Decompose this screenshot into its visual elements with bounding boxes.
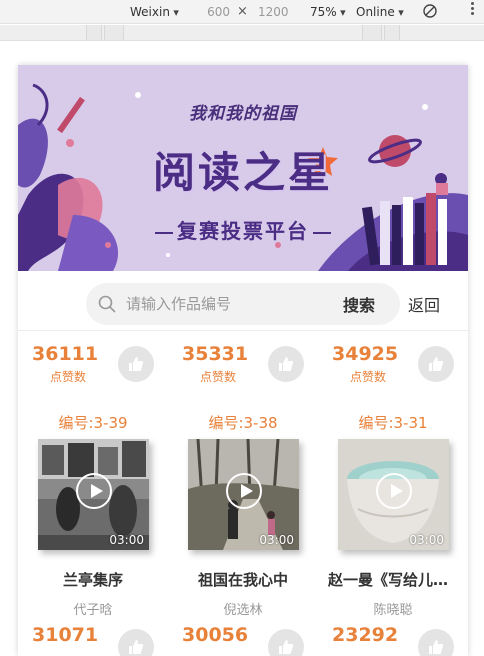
back-button[interactable]: 返回 (408, 292, 440, 316)
like-button[interactable] (418, 346, 454, 382)
thumbs-up-icon (429, 640, 444, 654)
like-count-number: 35331 (182, 343, 249, 365)
thumbs-up-icon (429, 357, 444, 371)
like-count-number: 30056 (182, 624, 249, 646)
video-duration: 03:00 (109, 533, 144, 547)
like-button[interactable] (268, 629, 304, 656)
play-icon[interactable] (76, 473, 112, 509)
work-author: 代子晗 (73, 603, 113, 618)
more-options-icon[interactable] (470, 2, 476, 17)
like-button[interactable] (118, 346, 154, 382)
thumbs-up-icon (129, 357, 144, 371)
play-icon[interactable] (376, 473, 412, 509)
work-code: 编号:3-31 (358, 414, 428, 432)
device-select[interactable]: Weixin (130, 4, 179, 21)
like-count: 31071 (32, 624, 98, 646)
like-count: 23292 (332, 624, 398, 646)
like-button[interactable] (118, 629, 154, 656)
like-count-number: 23292 (332, 624, 399, 646)
like-button[interactable] (268, 346, 304, 382)
dimension-separator: × (237, 4, 248, 19)
video-thumbnail[interactable]: 03:00 (188, 439, 299, 550)
video-thumbnail[interactable]: 03:00 (38, 439, 149, 550)
like-count-number: 31071 (32, 624, 99, 646)
like-count-label: 点赞数 (49, 370, 86, 384)
thumbs-up-icon (129, 640, 144, 654)
like-count-label: 点赞数 (349, 370, 386, 384)
work-author: 倪选林 (223, 603, 263, 618)
search-icon (98, 295, 116, 313)
like-count-label: 点赞数 (199, 370, 236, 384)
work-title[interactable]: 赵一曼《写给儿子的信》 (328, 569, 458, 590)
video-thumbnail[interactable]: 03:00 (338, 439, 449, 550)
work-author: 陈晓聪 (373, 603, 413, 618)
device-height-input[interactable]: 1200 (258, 4, 289, 20)
media-query-ruler (0, 25, 484, 41)
like-count: 36111 点赞数 (32, 343, 98, 385)
banner-subtitle: 复赛投票平台 (18, 215, 468, 244)
like-count: 30056 (182, 624, 248, 646)
video-duration: 03:00 (409, 533, 444, 547)
like-count: 34925 点赞数 (332, 343, 398, 385)
banner-slogan: 我和我的祖国 (189, 104, 297, 124)
rotate-icon[interactable] (422, 3, 438, 23)
work-card: 34925 点赞数 编号:3-31 03:00 赵一曼《写给儿子的信》 陈晓聪 … (318, 331, 468, 656)
work-number-input[interactable] (126, 293, 326, 315)
like-count-number: 36111 (32, 343, 99, 365)
like-count-number: 34925 (332, 343, 399, 365)
work-title[interactable]: 兰亭集序 (28, 569, 158, 590)
search-bar: 搜索 返回 (18, 271, 468, 331)
work-code: 编号:3-39 (58, 414, 128, 432)
device-toolbar: Weixin 600 × 1200 75% Online (0, 0, 484, 24)
zoom-select[interactable]: 75% (310, 4, 346, 21)
throttle-select[interactable]: Online (356, 4, 404, 21)
mobile-viewport: 我和我的祖国 阅读之星 复赛投票平台 搜索 返回 36111 点赞数 编号:3-… (18, 65, 468, 656)
work-card: 36111 点赞数 编号:3-39 03:00 兰亭集序 代子晗 31071 (18, 331, 168, 656)
search-box: 搜索 (86, 283, 400, 325)
like-count: 35331 点赞数 (182, 343, 248, 385)
banner-title: 阅读之星 (152, 148, 333, 197)
play-icon[interactable] (226, 473, 262, 509)
banner: 我和我的祖国 阅读之星 复赛投票平台 (18, 65, 468, 271)
video-duration: 03:00 (259, 533, 294, 547)
work-title[interactable]: 祖国在我心中 (178, 569, 308, 590)
thumbs-up-icon (279, 640, 294, 654)
device-width-input[interactable]: 600 (202, 4, 230, 20)
work-code: 编号:3-38 (208, 414, 278, 432)
thumbs-up-icon (279, 357, 294, 371)
work-card: 35331 点赞数 编号:3-38 03:00 祖国在我心中 倪选林 30056 (168, 331, 318, 656)
search-button[interactable]: 搜索 (334, 291, 384, 317)
like-button[interactable] (418, 629, 454, 656)
